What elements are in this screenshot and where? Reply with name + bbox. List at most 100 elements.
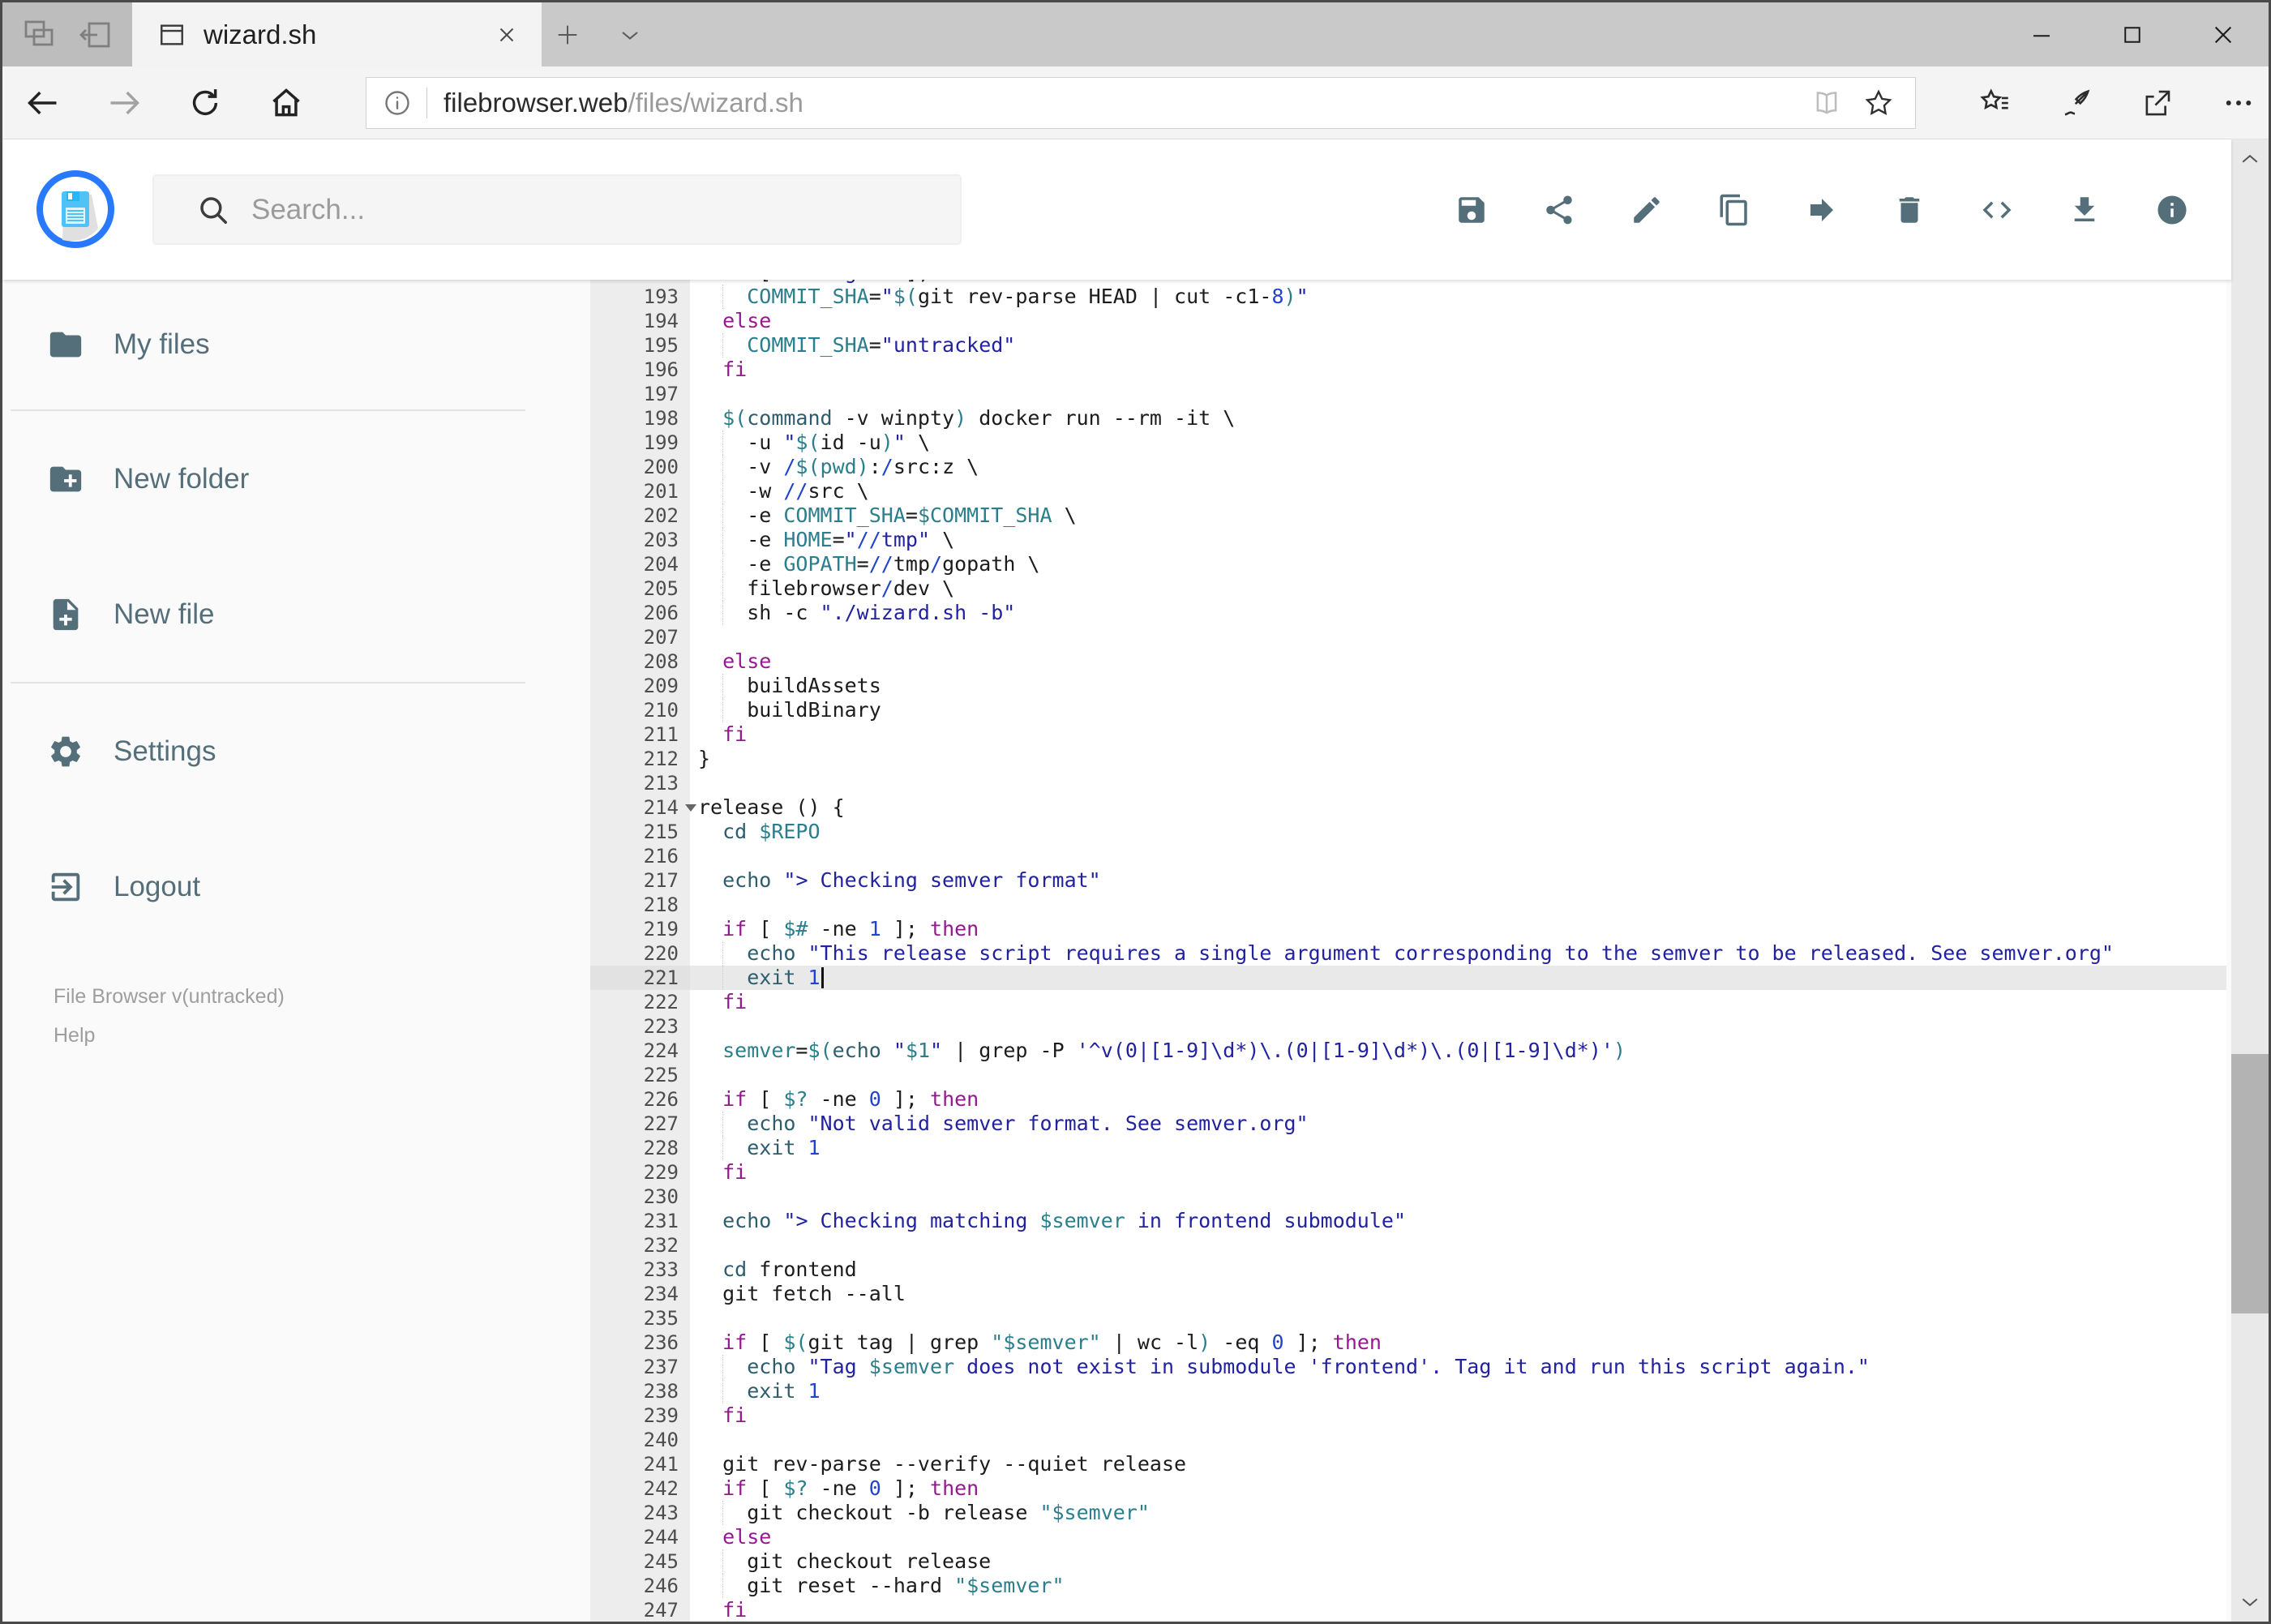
help-link[interactable]: Help <box>54 1016 590 1055</box>
code-line[interactable]: 198 $(command -v winpty) docker run --rm… <box>590 406 2226 431</box>
line-number[interactable]: 242 <box>590 1476 690 1501</box>
tab-wizard-sh[interactable]: wizard.sh <box>132 2 542 66</box>
line-number[interactable]: 247 <box>590 1598 690 1622</box>
fold-arrow-icon[interactable] <box>685 804 696 812</box>
line-number[interactable]: 212 <box>590 747 690 771</box>
code-line[interactable]: 195 COMMIT_SHA="untracked" <box>590 333 2226 358</box>
code-line[interactable]: 216 <box>590 844 2226 868</box>
line-number[interactable]: 236 <box>590 1330 690 1355</box>
url-text[interactable]: filebrowser.web/files/wizard.sh <box>443 88 803 118</box>
line-number[interactable]: 234 <box>590 1282 690 1306</box>
code-editor[interactable]: 192 if [ -d ".git" ]; then193 COMMIT_SHA… <box>590 280 2226 1622</box>
code-line[interactable]: 215 cd $REPO <box>590 820 2226 844</box>
delete-button[interactable] <box>1892 193 1926 227</box>
line-number[interactable]: 239 <box>590 1403 690 1428</box>
code-line[interactable]: 201 -w //src \ <box>590 479 2226 503</box>
code-line[interactable]: 219 if [ $# -ne 1 ]; then <box>590 917 2226 941</box>
line-number[interactable]: 199 <box>590 431 690 455</box>
code-line[interactable]: 206 sh -c "./wizard.sh -b" <box>590 601 2226 625</box>
line-number[interactable]: 224 <box>590 1039 690 1063</box>
line-number[interactable]: 200 <box>590 455 690 479</box>
line-number[interactable]: 205 <box>590 576 690 601</box>
home-button[interactable] <box>268 85 304 121</box>
line-number[interactable]: 227 <box>590 1112 690 1136</box>
move-button[interactable] <box>1805 193 1839 227</box>
code-line[interactable]: 199 -u "$(id -u)" \ <box>590 431 2226 455</box>
line-number[interactable]: 210 <box>590 698 690 722</box>
hub-favorites-icon[interactable] <box>1978 86 2012 120</box>
copy-button[interactable] <box>1717 193 1751 227</box>
sidebar-item-my-files[interactable]: My files <box>2 280 590 409</box>
favorite-star-icon[interactable] <box>1863 88 1894 118</box>
code-line[interactable]: 225 <box>590 1063 2226 1087</box>
line-number[interactable]: 207 <box>590 625 690 649</box>
download-button[interactable] <box>2067 193 2102 227</box>
line-number[interactable]: 237 <box>590 1355 690 1379</box>
code-line[interactable]: 197 <box>590 382 2226 406</box>
back-button[interactable] <box>25 85 61 121</box>
code-line[interactable]: 230 <box>590 1185 2226 1209</box>
code-line[interactable]: 209 buildAssets <box>590 674 2226 698</box>
address-bar[interactable]: filebrowser.web/files/wizard.sh <box>366 77 1916 129</box>
set-tabs-aside-icon[interactable] <box>76 15 115 54</box>
line-number[interactable]: 215 <box>590 820 690 844</box>
code-line[interactable]: 202 -e COMMIT_SHA=$COMMIT_SHA \ <box>590 503 2226 528</box>
code-line[interactable]: 200 -v /$(pwd):/src:z \ <box>590 455 2226 479</box>
line-number[interactable]: 193 <box>590 285 690 309</box>
code-line[interactable]: 238 exit 1 <box>590 1379 2226 1403</box>
line-number[interactable]: 202 <box>590 503 690 528</box>
code-line[interactable]: 204 -e GOPATH=//tmp/gopath \ <box>590 552 2226 576</box>
code-line[interactable]: 240 <box>590 1428 2226 1452</box>
code-line[interactable]: 243 git checkout -b release "$semver" <box>590 1501 2226 1525</box>
line-number[interactable]: 244 <box>590 1525 690 1549</box>
line-number[interactable]: 203 <box>590 528 690 552</box>
search-box[interactable] <box>152 174 962 245</box>
code-line[interactable]: 223 <box>590 1014 2226 1039</box>
code-line[interactable]: 217 echo "> Checking semver format" <box>590 868 2226 893</box>
line-number[interactable]: 232 <box>590 1233 690 1258</box>
line-number[interactable]: 222 <box>590 990 690 1014</box>
line-number[interactable]: 214 <box>590 795 696 820</box>
code-line[interactable]: 239 fi <box>590 1403 2226 1428</box>
scroll-down-button[interactable] <box>2231 1586 2269 1618</box>
code-line[interactable]: 245 git checkout release <box>590 1549 2226 1574</box>
code-line[interactable]: 193 COMMIT_SHA="$(git rev-parse HEAD | c… <box>590 285 2226 309</box>
code-line[interactable]: 222 fi <box>590 990 2226 1014</box>
code-line[interactable]: 226 if [ $? -ne 0 ]; then <box>590 1087 2226 1112</box>
save-button[interactable] <box>1455 193 1489 227</box>
share-button[interactable] <box>1542 193 1576 227</box>
code-line[interactable]: 220 echo "This release script requires a… <box>590 941 2226 966</box>
scroll-up-button[interactable] <box>2231 143 2269 175</box>
code-line[interactable]: 227 echo "Not valid semver format. See s… <box>590 1112 2226 1136</box>
line-number[interactable]: 216 <box>590 844 690 868</box>
maximize-button[interactable] <box>2087 2 2178 66</box>
line-number[interactable]: 241 <box>590 1452 690 1476</box>
line-number[interactable]: 217 <box>590 868 690 893</box>
line-number[interactable]: 240 <box>590 1428 690 1452</box>
code-line[interactable]: 244 else <box>590 1525 2226 1549</box>
code-line[interactable]: 228 exit 1 <box>590 1136 2226 1160</box>
tab-close-icon[interactable] <box>495 23 519 47</box>
code-line[interactable]: 208 else <box>590 649 2226 674</box>
sidebar-item-logout[interactable]: Logout <box>2 819 590 954</box>
tab-list-chevron-icon[interactable] <box>615 20 645 49</box>
line-number[interactable]: 196 <box>590 358 690 382</box>
line-number[interactable]: 197 <box>590 382 690 406</box>
line-number[interactable]: 218 <box>590 893 690 917</box>
line-number[interactable]: 195 <box>590 333 690 358</box>
sidebar-item-settings[interactable]: Settings <box>2 683 590 819</box>
filebrowser-logo-icon[interactable] <box>36 170 114 248</box>
code-line[interactable]: 232 <box>590 1233 2226 1258</box>
page-scrollbar[interactable] <box>2231 139 2269 1622</box>
code-line[interactable]: 214 release () { <box>590 795 2226 820</box>
tab-preview-icon[interactable] <box>19 15 58 54</box>
code-line[interactable]: 233 cd frontend <box>590 1258 2226 1282</box>
line-number[interactable]: 219 <box>590 917 690 941</box>
line-number[interactable]: 233 <box>590 1258 690 1282</box>
share-page-icon[interactable] <box>2140 86 2175 120</box>
line-number[interactable]: 243 <box>590 1501 690 1525</box>
sidebar-item-new-folder[interactable]: New folder <box>2 411 590 546</box>
line-number[interactable]: 225 <box>590 1063 690 1087</box>
line-number[interactable]: 194 <box>590 309 690 333</box>
line-number[interactable]: 231 <box>590 1209 690 1233</box>
